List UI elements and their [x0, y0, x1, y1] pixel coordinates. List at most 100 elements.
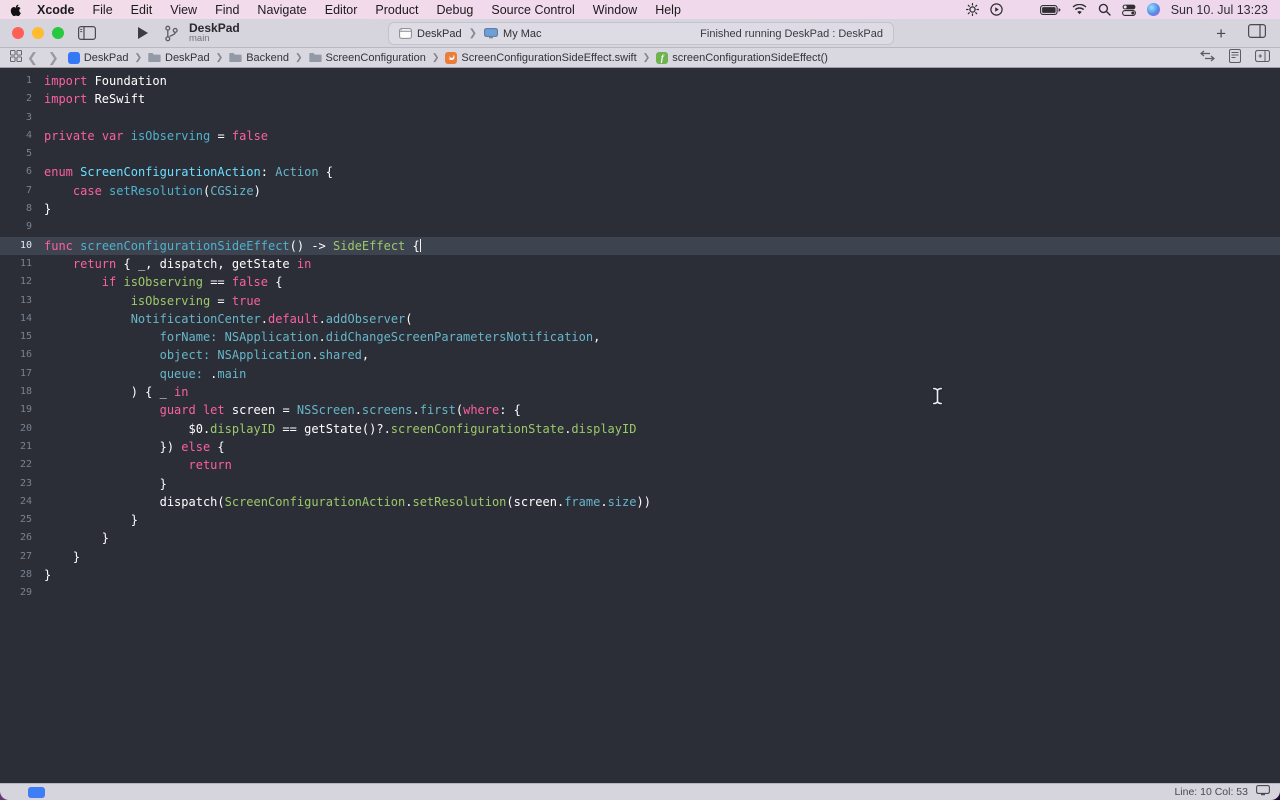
menu-navigate[interactable]: Navigate [248, 3, 315, 17]
add-editor-icon[interactable] [1255, 50, 1270, 65]
breadcrumb-separator: ❯ [295, 52, 303, 63]
breadcrumb-item[interactable]: DeskPad [148, 52, 210, 64]
fullscreen-button[interactable] [52, 27, 64, 39]
brightness-icon[interactable] [966, 3, 979, 16]
line-number: 10 [0, 237, 44, 255]
code-line[interactable]: 29 [0, 584, 1280, 602]
breadcrumb-item[interactable]: DeskPad [68, 52, 129, 64]
breadcrumb-item[interactable]: Backend [229, 52, 289, 64]
code-line[interactable]: 6enum ScreenConfigurationAction: Action … [0, 163, 1280, 181]
menu-file[interactable]: File [84, 3, 122, 17]
code-line[interactable]: 18 ) { _ in [0, 383, 1280, 401]
folder-icon [148, 52, 161, 63]
code-editor[interactable]: 1import Foundation2import ReSwift34priva… [0, 68, 1280, 783]
xcode-window: DeskPad main DeskPad ❯ My Mac Finished r… [0, 19, 1280, 800]
minimize-button[interactable] [32, 27, 44, 39]
line-number: 11 [0, 255, 44, 273]
breadcrumb-label: ScreenConfigurationSideEffect.swift [461, 52, 636, 64]
app-window-icon [399, 28, 412, 39]
apple-menu[interactable] [10, 3, 22, 17]
code-line[interactable]: 4private var isObserving = false [0, 127, 1280, 145]
code-line[interactable]: 24 dispatch(ScreenConfigurationAction.se… [0, 493, 1280, 511]
menu-clock[interactable]: Sun 10. Jul 13:23 [1171, 3, 1268, 17]
code-line[interactable]: 17 queue: .main [0, 365, 1280, 383]
back-button[interactable]: ❮ [22, 51, 43, 64]
menu-editor[interactable]: Editor [316, 3, 367, 17]
code-line[interactable]: 11 return { _, dispatch, getState in [0, 255, 1280, 273]
navigator-toggle-icon[interactable] [78, 26, 96, 40]
code-line[interactable]: 15 forName: NSApplication.didChangeScree… [0, 328, 1280, 346]
code-line[interactable]: 12 if isObserving == false { [0, 273, 1280, 291]
line-content: } [44, 200, 51, 218]
chevron-right-icon: ❯ [469, 28, 477, 39]
code-line[interactable]: 26 } [0, 529, 1280, 547]
breakpoint-indicator[interactable] [28, 787, 45, 798]
code-line[interactable]: 8} [0, 200, 1280, 218]
breadcrumb-item[interactable]: ScreenConfigurationSideEffect.swift [445, 52, 636, 64]
code-line[interactable]: 1import Foundation [0, 72, 1280, 90]
line-number: 8 [0, 200, 44, 218]
now-playing-icon[interactable] [990, 3, 1003, 16]
code-line[interactable]: 27 } [0, 548, 1280, 566]
line-content: dispatch(ScreenConfigurationAction.setRe… [44, 493, 651, 511]
project-header[interactable]: DeskPad main [189, 22, 240, 45]
line-number: 9 [0, 218, 44, 236]
breadcrumb-item[interactable]: fscreenConfigurationSideEffect() [656, 52, 828, 64]
menu-help[interactable]: Help [646, 3, 690, 17]
code-line[interactable]: 19 guard let screen = NSScreen.screens.f… [0, 401, 1280, 419]
line-number: 6 [0, 163, 44, 181]
breadcrumb-label: ScreenConfiguration [326, 52, 426, 64]
function-icon: f [656, 52, 668, 64]
line-content: if isObserving == false { [44, 273, 282, 291]
scheme-selector[interactable]: DeskPad [399, 28, 462, 40]
spotlight-icon[interactable] [1098, 3, 1111, 16]
code-review-icon[interactable] [1200, 50, 1215, 65]
toolbar: DeskPad main DeskPad ❯ My Mac Finished r… [0, 19, 1280, 48]
wifi-icon[interactable] [1072, 4, 1087, 15]
menu-find[interactable]: Find [206, 3, 248, 17]
editor-options-icon[interactable] [1229, 49, 1241, 66]
menu-view[interactable]: View [161, 3, 206, 17]
menu-debug[interactable]: Debug [428, 3, 483, 17]
code-line[interactable]: 9 [0, 218, 1280, 236]
related-items-icon[interactable] [10, 50, 22, 65]
mouse-cursor-ibeam [932, 387, 943, 410]
apple-logo-icon [10, 3, 22, 17]
menu-edit[interactable]: Edit [122, 3, 162, 17]
code-line[interactable]: 13 isObserving = true [0, 292, 1280, 310]
run-button[interactable] [138, 27, 148, 39]
code-line[interactable]: 5 [0, 145, 1280, 163]
editor-layout-icon[interactable] [1248, 24, 1266, 43]
code-line[interactable]: 25 } [0, 511, 1280, 529]
close-button[interactable] [12, 27, 24, 39]
line-content: guard let screen = NSScreen.screens.firs… [44, 401, 521, 419]
code-line[interactable]: 21 }) else { [0, 438, 1280, 456]
code-line[interactable]: 16 object: NSApplication.shared, [0, 346, 1280, 364]
line-content: queue: .main [44, 365, 246, 383]
control-center-icon[interactable] [1122, 4, 1136, 16]
code-line[interactable]: 3 [0, 109, 1280, 127]
activity-status: Finished running DeskPad : DeskPad [700, 28, 883, 40]
code-line[interactable]: 2import ReSwift [0, 90, 1280, 108]
battery-icon[interactable] [1040, 5, 1061, 15]
code-line[interactable]: 22 return [0, 456, 1280, 474]
code-line[interactable]: 10func screenConfigurationSideEffect() -… [0, 237, 1280, 255]
line-content: } [44, 566, 51, 584]
library-button[interactable]: + [1216, 25, 1226, 42]
code-line[interactable]: 14 NotificationCenter.default.addObserve… [0, 310, 1280, 328]
code-line[interactable]: 20 $0.displayID == getState()?.screenCon… [0, 420, 1280, 438]
menu-source-control[interactable]: Source Control [482, 3, 583, 17]
code-line[interactable]: 7 case setResolution(CGSize) [0, 182, 1280, 200]
breadcrumb-item[interactable]: ScreenConfiguration [309, 52, 426, 64]
siri-icon[interactable] [1147, 3, 1160, 16]
forward-button[interactable]: ❯ [43, 51, 64, 64]
keyboard-layout-flag-icon[interactable] [1014, 5, 1029, 15]
menu-window[interactable]: Window [584, 3, 646, 17]
run-destination-name: My Mac [503, 28, 542, 40]
menu-product[interactable]: Product [366, 3, 427, 17]
code-line[interactable]: 23 } [0, 475, 1280, 493]
code-line[interactable]: 28} [0, 566, 1280, 584]
menu-xcode[interactable]: Xcode [28, 3, 84, 17]
run-destination-selector[interactable]: My Mac [484, 28, 542, 40]
line-number: 2 [0, 90, 44, 108]
